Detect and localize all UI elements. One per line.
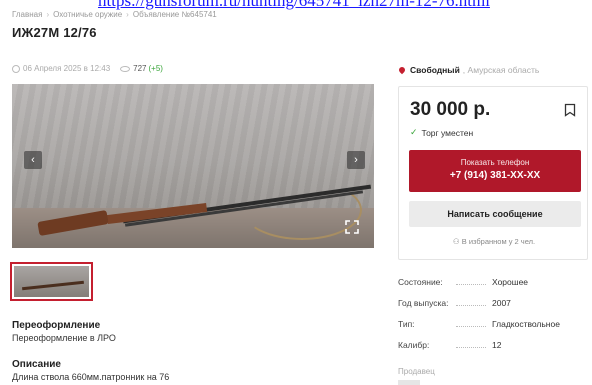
breadcrumb-category[interactable]: Охотничье оружие [53,10,122,19]
listing-meta: 06 Апреля 2025 в 12:43 727 (+5) [12,64,163,73]
spec-value: Хорошее [492,277,529,287]
spec-key: Год выпуска: [398,298,449,308]
clock-icon [12,64,20,73]
check-icon: ✓ [410,127,418,137]
specs-list: Состояние: Хорошее Год выпуска: 2007 Тип… [398,277,588,361]
favorites-note: ⚇ В избранном у 2 чел. [399,237,589,246]
section-heading-description: Описание [12,359,61,370]
gallery-next-button[interactable]: › [347,151,365,169]
spec-dots [456,284,486,285]
views-count: 727 [133,64,147,73]
photo-gallery[interactable] [12,84,374,248]
listing-date: 06 Апреля 2025 в 12:43 [23,64,111,73]
location-city[interactable]: Свободный [410,65,460,75]
section-heading-reregistration: Переоформление [12,320,101,331]
show-phone-button[interactable]: Показать телефон +7 (914) 381-XX-XX [409,150,581,192]
spec-row: Калибр: 12 [398,340,588,361]
show-phone-label: Показать телефон [460,158,530,167]
section-text-reregistration: Переоформление в ЛРО [12,333,116,343]
spec-value: 2007 [492,298,511,308]
bargain-note: ✓ Торг уместен [410,127,473,138]
fullscreen-icon[interactable] [343,218,361,236]
spec-value: Гладкоствольное [492,319,560,329]
spec-row: Состояние: Хорошее [398,277,588,298]
write-message-button[interactable]: Написать сообщение [409,201,581,227]
page-title: ИЖ27М 12/76 [12,25,97,40]
seller-heading: Продавец [398,367,435,376]
top-link-bar: https://gunsforum.ru/hunting/645741_izh2… [0,0,592,10]
gallery-prev-button[interactable]: ‹ [24,151,42,169]
gallery-thumbnail[interactable] [10,262,93,301]
spec-value: 12 [492,340,502,350]
price-card: 30 000 р. ✓ Торг уместен Показать телефо… [398,86,588,260]
eye-icon [120,65,131,72]
top-link[interactable]: https://gunsforum.ru/hunting/645741_izh2… [98,0,490,10]
breadcrumb: Главная › Охотничье оружие › Объявление №645… [12,10,217,19]
price: 30 000 р. [410,99,491,120]
breadcrumb-separator-icon: › [126,10,129,19]
views-delta: (+5) [148,64,163,73]
location-region: , Амурская область [462,65,540,75]
breadcrumb-separator-icon: › [46,10,50,19]
phone-number: +7 (914) 381-XX-XX [449,170,541,181]
thumbnail-image [14,266,89,297]
bargain-label: Торг уместен [421,127,474,138]
spec-key: Тип: [398,319,415,329]
spec-key: Калибр: [398,340,430,350]
section-text-description: Длина ствола 660мм.патронник на 76 [12,372,170,382]
location: Свободный , Амурская область [397,65,540,75]
spec-row: Тип: Гладкоствольное [398,319,588,340]
breadcrumb-home[interactable]: Главная [12,10,42,19]
seller-placeholder [398,380,420,385]
spec-dots [456,347,486,348]
location-pin-icon [397,65,407,75]
breadcrumb-current: Объявление №645741 [132,10,217,19]
favorites-count: В избранном у 2 чел. [461,237,536,246]
people-icon: ⚇ [452,237,462,246]
bookmark-icon[interactable] [564,103,576,122]
spec-row: Год выпуска: 2007 [398,298,588,319]
spec-dots [456,326,486,327]
spec-dots [456,305,486,306]
spec-key: Состояние: [398,277,443,287]
